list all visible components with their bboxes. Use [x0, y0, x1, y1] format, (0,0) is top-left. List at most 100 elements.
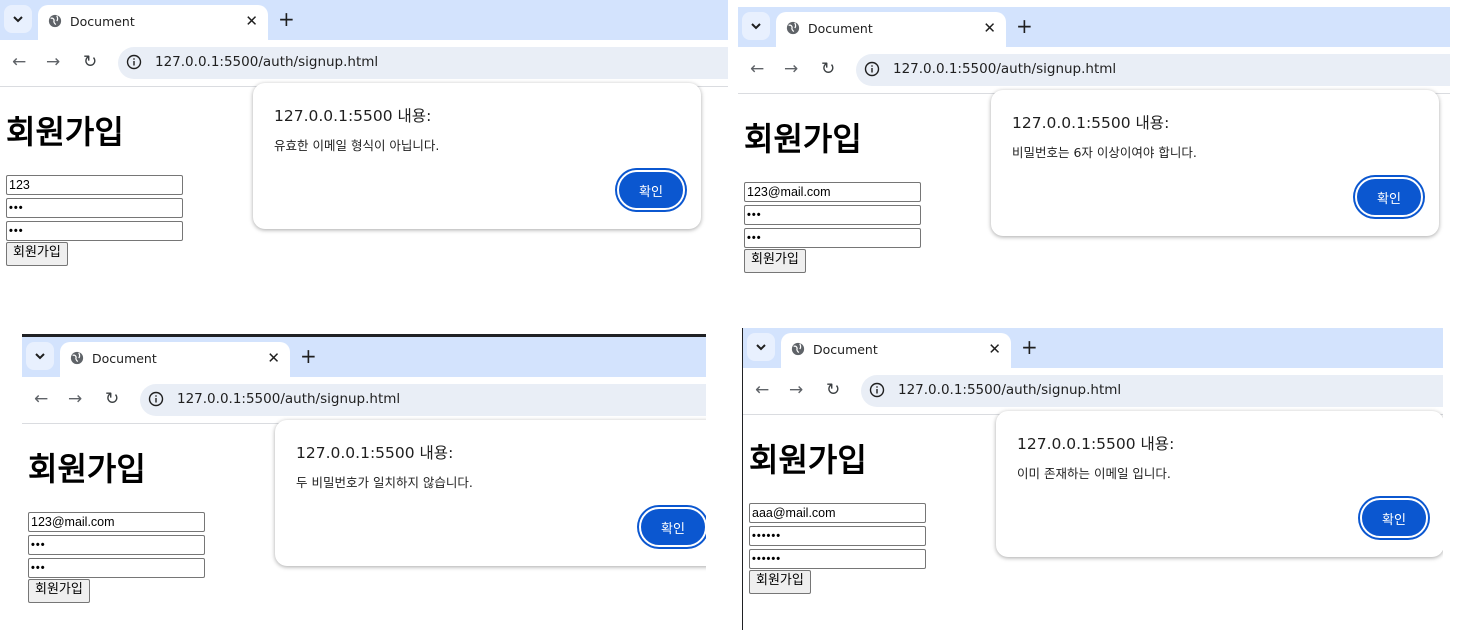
back-arrow-icon[interactable]: ←	[34, 390, 48, 408]
password-confirm-field[interactable]: ••••••	[749, 549, 926, 569]
forward-arrow-icon[interactable]: →	[46, 53, 60, 71]
dialog-origin: 127.0.0.1:5500 내용:	[296, 444, 454, 462]
tab-title: Document	[92, 351, 157, 366]
page-content: 회원가입 123 ••• ••• 회원가입 127.0.0.1:5500 내용:…	[0, 83, 728, 320]
reload-icon[interactable]: ↻	[83, 53, 97, 71]
new-tab-button[interactable]: +	[300, 345, 317, 367]
email-field[interactable]: 123@mail.com	[28, 512, 205, 532]
new-tab-button[interactable]: +	[1016, 15, 1033, 37]
browser-tab[interactable]: Document ✕	[776, 12, 1006, 47]
screenshot-panel-invalid-email: Document ✕ + ← → ↻ 127.0.0.1:5500/auth/s…	[0, 0, 728, 320]
tab-strip: Document ✕ +	[743, 328, 1443, 368]
address-bar[interactable]: 127.0.0.1:5500/auth/signup.html	[856, 54, 1450, 86]
screenshot-panel-password-mismatch: Document ✕ + ← → ↻ 127.0.0.1:5500/auth/s…	[22, 334, 706, 633]
tab-strip: Document ✕ +	[0, 0, 728, 40]
tab-strip: Document ✕ +	[22, 337, 706, 377]
reload-icon[interactable]: ↻	[105, 390, 119, 408]
dialog-message: 이미 존재하는 이메일 입니다.	[1017, 466, 1171, 481]
site-info-icon[interactable]	[126, 54, 142, 70]
dialog-ok-button[interactable]: 확인	[639, 507, 706, 547]
forward-arrow-icon[interactable]: →	[784, 60, 798, 78]
dialog-origin: 127.0.0.1:5500 내용:	[1012, 114, 1170, 132]
browser-toolbar: ← → ↻ 127.0.0.1:5500/auth/signup.html	[22, 377, 706, 424]
password-field[interactable]: ••••••	[749, 526, 926, 546]
url-text: 127.0.0.1:5500/auth/signup.html	[177, 391, 401, 407]
reload-icon[interactable]: ↻	[821, 60, 835, 78]
password-field[interactable]: •••	[28, 535, 205, 555]
globe-icon	[70, 351, 84, 365]
page-content: 회원가입 123@mail.com ••• ••• 회원가입 127.0.0.1…	[22, 420, 706, 633]
password-field[interactable]: •••	[744, 205, 921, 225]
browser-tab[interactable]: Document ✕	[60, 342, 290, 377]
new-tab-button[interactable]: +	[1021, 336, 1038, 358]
address-bar[interactable]: 127.0.0.1:5500/auth/signup.html	[861, 375, 1443, 407]
email-field[interactable]: 123	[6, 175, 183, 195]
page-content: 회원가입 123@mail.com ••• ••• 회원가입 127.0.0.1…	[738, 90, 1450, 317]
browser-tab[interactable]: Document ✕	[781, 333, 1011, 368]
close-tab-icon[interactable]: ✕	[245, 12, 258, 30]
globe-icon	[48, 14, 62, 28]
close-tab-icon[interactable]: ✕	[988, 340, 1001, 358]
dialog-ok-button[interactable]: 확인	[617, 170, 685, 210]
url-text: 127.0.0.1:5500/auth/signup.html	[898, 382, 1122, 398]
globe-icon	[791, 342, 805, 356]
browser-toolbar: ← → ↻ 127.0.0.1:5500/auth/signup.html	[743, 368, 1443, 415]
chevron-down-icon	[13, 16, 23, 23]
email-field[interactable]: aaa@mail.com	[749, 503, 926, 523]
page-content: 회원가입 aaa@mail.com •••••• •••••• 회원가입 127…	[743, 411, 1443, 630]
tab-title: Document	[808, 21, 873, 36]
dialog-message: 비밀번호는 6자 이상이여야 합니다.	[1012, 145, 1197, 160]
address-bar[interactable]: 127.0.0.1:5500/auth/signup.html	[140, 384, 706, 416]
tab-search-button[interactable]	[26, 342, 54, 370]
email-field[interactable]: 123@mail.com	[744, 182, 921, 202]
browser-toolbar: ← → ↻ 127.0.0.1:5500/auth/signup.html	[0, 40, 728, 87]
dialog-ok-button[interactable]: 확인	[1360, 498, 1428, 538]
alert-dialog: 127.0.0.1:5500 내용: 유효한 이메일 형식이 아닙니다. 확인	[253, 83, 701, 229]
address-bar[interactable]: 127.0.0.1:5500/auth/signup.html	[118, 47, 728, 79]
password-confirm-field[interactable]: •••	[6, 221, 183, 241]
signup-button[interactable]: 회원가입	[6, 242, 68, 266]
alert-dialog: 127.0.0.1:5500 내용: 이미 존재하는 이메일 입니다. 확인	[996, 411, 1443, 557]
password-confirm-field[interactable]: •••	[744, 228, 921, 248]
screenshot-panel-duplicate-email: Document ✕ + ← → ↻ 127.0.0.1:5500/auth/s…	[742, 328, 1443, 630]
tab-title: Document	[70, 14, 135, 29]
tab-strip: Document ✕ +	[738, 7, 1450, 47]
chevron-down-icon	[756, 344, 766, 351]
page-title: 회원가입	[744, 120, 862, 158]
browser-tab[interactable]: Document ✕	[38, 5, 268, 40]
tab-search-button[interactable]	[4, 5, 32, 33]
dialog-message: 두 비밀번호가 일치하지 않습니다.	[296, 475, 473, 490]
browser-toolbar: ← → ↻ 127.0.0.1:5500/auth/signup.html	[738, 47, 1450, 94]
reload-icon[interactable]: ↻	[826, 381, 840, 399]
page-title: 회원가입	[749, 441, 867, 479]
close-tab-icon[interactable]: ✕	[983, 19, 996, 37]
tab-search-button[interactable]	[747, 333, 775, 361]
site-info-icon[interactable]	[148, 391, 164, 407]
back-arrow-icon[interactable]: ←	[750, 60, 764, 78]
site-info-icon[interactable]	[864, 61, 880, 77]
back-arrow-icon[interactable]: ←	[12, 53, 26, 71]
signup-button[interactable]: 회원가입	[744, 249, 806, 273]
back-arrow-icon[interactable]: ←	[755, 381, 769, 399]
screenshot-panel-short-password: Document ✕ + ← → ↻ 127.0.0.1:5500/auth/s…	[738, 7, 1450, 317]
globe-icon	[786, 21, 800, 35]
url-text: 127.0.0.1:5500/auth/signup.html	[155, 54, 379, 70]
new-tab-button[interactable]: +	[278, 8, 295, 30]
dialog-ok-button[interactable]: 확인	[1355, 177, 1423, 217]
dialog-origin: 127.0.0.1:5500 내용:	[1017, 435, 1175, 453]
close-tab-icon[interactable]: ✕	[267, 349, 280, 367]
password-confirm-field[interactable]: •••	[28, 558, 205, 578]
page-title: 회원가입	[28, 450, 146, 488]
dialog-message: 유효한 이메일 형식이 아닙니다.	[274, 138, 440, 153]
site-info-icon[interactable]	[869, 382, 885, 398]
alert-dialog: 127.0.0.1:5500 내용: 두 비밀번호가 일치하지 않습니다. 확인	[275, 420, 706, 566]
forward-arrow-icon[interactable]: →	[68, 390, 82, 408]
signup-button[interactable]: 회원가입	[749, 570, 811, 594]
alert-dialog: 127.0.0.1:5500 내용: 비밀번호는 6자 이상이여야 합니다. 확…	[991, 90, 1439, 236]
signup-button[interactable]: 회원가입	[28, 579, 90, 603]
chevron-down-icon	[35, 353, 45, 360]
page-title: 회원가입	[6, 113, 124, 151]
tab-search-button[interactable]	[742, 12, 770, 40]
password-field[interactable]: •••	[6, 198, 183, 218]
forward-arrow-icon[interactable]: →	[789, 381, 803, 399]
